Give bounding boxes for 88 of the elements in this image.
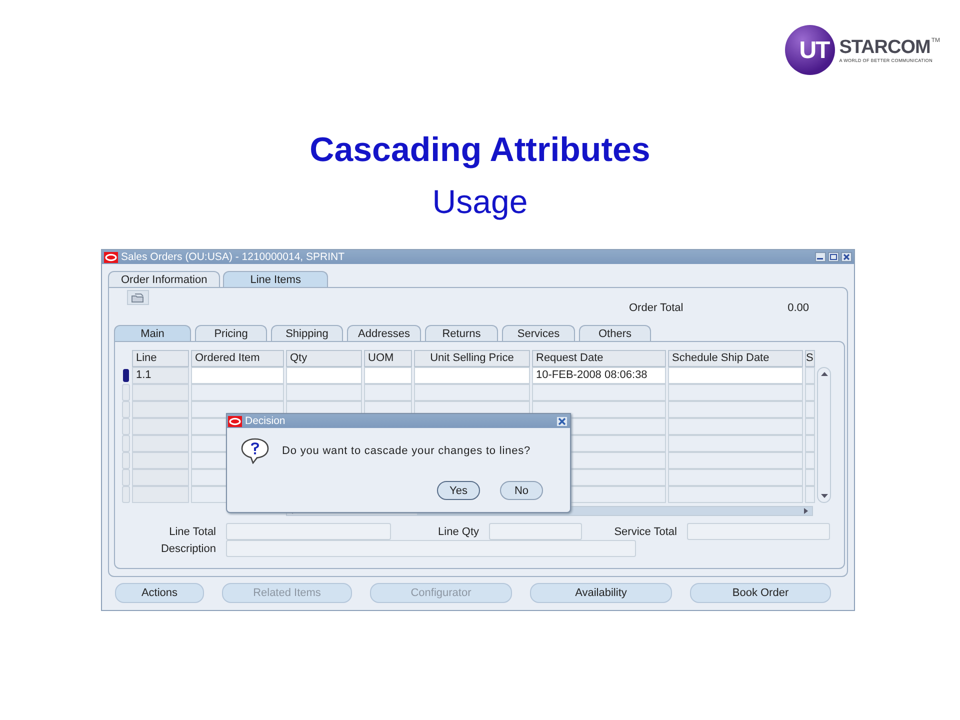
table-cell[interactable] (805, 435, 815, 452)
table-cell[interactable] (805, 418, 815, 435)
table-cell[interactable] (132, 486, 189, 503)
table-cell[interactable] (805, 367, 815, 384)
column-header[interactable]: Unit Selling Price (414, 350, 530, 367)
tab[interactable]: Main (114, 325, 191, 341)
order-total-label: Order Total (629, 302, 684, 314)
action-button[interactable]: Actions (115, 583, 204, 603)
table-cell[interactable] (668, 435, 803, 452)
table-cell[interactable] (414, 367, 530, 384)
field-label: Description (160, 542, 216, 554)
dialog-title: Decision (245, 415, 286, 427)
column-header[interactable]: Line (132, 350, 189, 367)
window-title: Sales Orders (OU:USA) - 1210000014, SPRINT (121, 251, 346, 263)
table-cell[interactable] (532, 384, 666, 401)
scroll-up-icon[interactable] (820, 372, 828, 376)
column-header[interactable]: Qty (286, 350, 362, 367)
tab[interactable]: Pricing (195, 325, 267, 341)
table-cell[interactable] (668, 401, 803, 418)
toolbar-button[interactable] (127, 290, 149, 305)
slide-title: Cascading Attributes (308, 130, 652, 170)
table-cell[interactable] (132, 435, 189, 452)
table-cell[interactable] (364, 367, 412, 384)
table-cell[interactable] (132, 418, 189, 435)
tab[interactable]: Others (579, 325, 651, 341)
scroll-down-icon[interactable] (820, 494, 828, 498)
action-button[interactable]: Book Order (690, 583, 831, 603)
minimize-icon[interactable] (815, 252, 826, 262)
table-cell[interactable] (805, 401, 815, 418)
input-field[interactable] (489, 523, 582, 540)
table-cell[interactable] (668, 452, 803, 469)
input-field[interactable] (687, 523, 830, 540)
tab[interactable]: Services (502, 325, 575, 341)
table-cell[interactable] (286, 384, 362, 401)
tab[interactable]: Line Items (223, 271, 328, 287)
tab[interactable]: Shipping (271, 325, 343, 341)
slide-subtitle: Usage (431, 182, 529, 222)
dialog-message: Do you want to cascade your changes to lines? (282, 445, 531, 457)
maximize-icon[interactable] (828, 252, 839, 262)
table-cell[interactable] (414, 384, 530, 401)
table-cell[interactable] (668, 418, 803, 435)
table-cell[interactable] (668, 384, 803, 401)
close-icon[interactable] (841, 252, 852, 262)
table-cell[interactable] (532, 401, 666, 418)
app-logo-icon (104, 252, 118, 262)
dialog-button[interactable]: Yes (437, 481, 480, 500)
tab[interactable]: Returns (425, 325, 498, 341)
close-icon[interactable] (557, 416, 567, 426)
table-cell[interactable] (191, 367, 284, 384)
column-header[interactable]: UOM (364, 350, 412, 367)
column-header[interactable]: S (805, 350, 815, 367)
column-header[interactable]: Schedule Ship Date (668, 350, 803, 367)
logo-mark: UT (785, 25, 836, 75)
vertical-scrollbar[interactable] (817, 367, 831, 503)
table-cell[interactable] (132, 384, 189, 401)
tab[interactable]: Addresses (347, 325, 421, 341)
question-icon (240, 438, 270, 464)
input-field[interactable] (226, 523, 391, 540)
field-label: Service Total (613, 526, 677, 538)
column-header[interactable]: Ordered Item (191, 350, 284, 367)
table-cell[interactable] (132, 469, 189, 486)
action-button[interactable]: Availability (530, 583, 672, 603)
table-cell[interactable] (805, 384, 815, 401)
table-cell[interactable] (286, 367, 362, 384)
logo-wordmark: STARCOM (839, 38, 930, 58)
scroll-right-icon[interactable] (804, 508, 808, 514)
dialog-logo-icon (228, 416, 242, 426)
table-cell[interactable]: 10-FEB-2008 08:06:38 (532, 367, 666, 384)
table-cell[interactable] (805, 452, 815, 469)
column-header[interactable]: Request Date (532, 350, 666, 367)
table-cell[interactable] (668, 367, 803, 384)
table-cell[interactable] (668, 469, 803, 486)
field-label: Line Qty (437, 526, 479, 538)
table-cell[interactable] (364, 384, 412, 401)
table-cell[interactable] (668, 486, 803, 503)
tab[interactable]: Order Information (108, 271, 220, 287)
field-label: Line Total (168, 526, 216, 538)
table-cell[interactable] (805, 486, 815, 503)
table-cell[interactable] (805, 469, 815, 486)
dialog-button[interactable]: No (500, 481, 543, 500)
order-total-value: 0.00 (786, 302, 809, 314)
table-cell[interactable] (132, 452, 189, 469)
row-indicator[interactable] (123, 369, 129, 382)
table-cell[interactable] (191, 384, 284, 401)
folder-icon (131, 292, 145, 302)
table-cell[interactable] (132, 401, 189, 418)
table-cell[interactable]: 1.1 (132, 367, 189, 384)
input-field[interactable] (226, 540, 636, 557)
